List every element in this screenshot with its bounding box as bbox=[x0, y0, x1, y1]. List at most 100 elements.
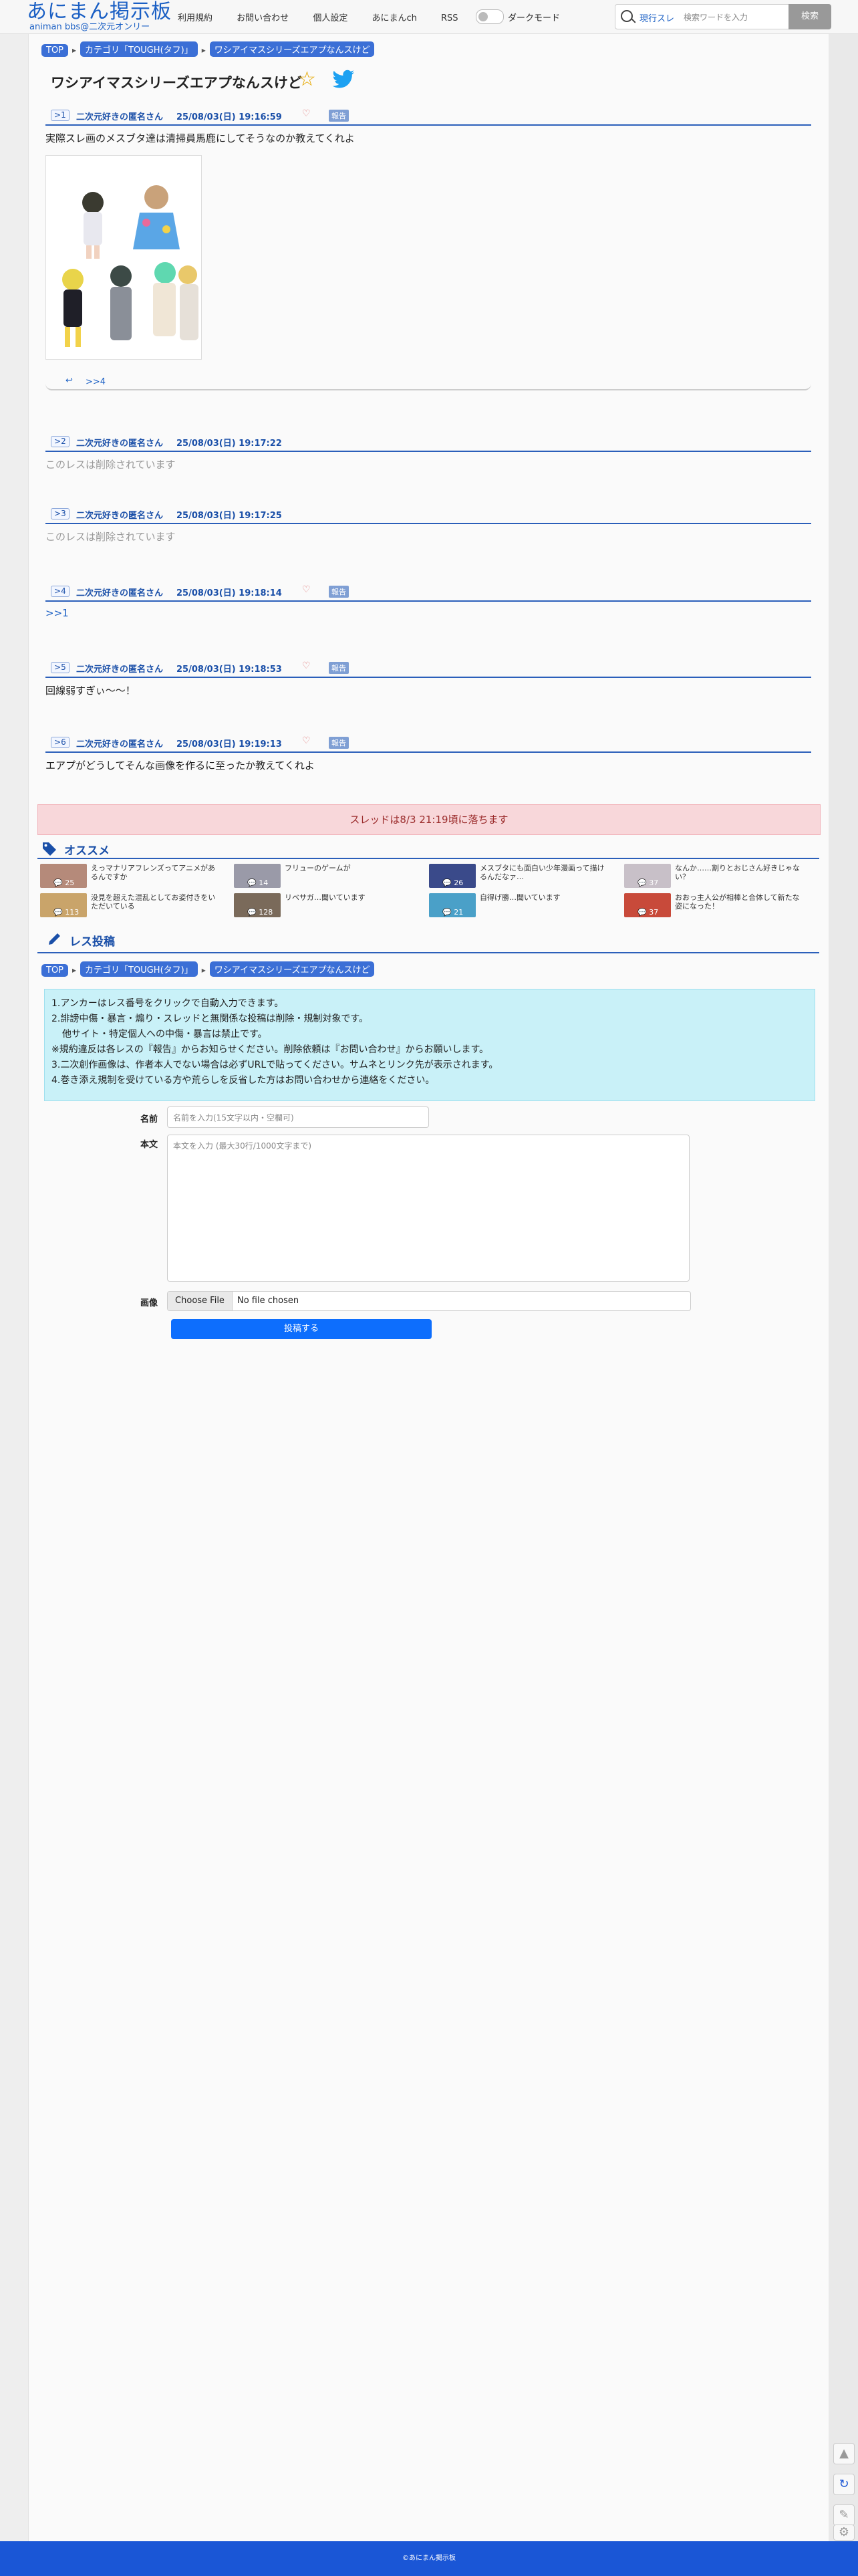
recommend-title-link[interactable]: リベサガ…聞いています bbox=[285, 893, 416, 902]
reply-anchor-text[interactable]: >>4 bbox=[86, 377, 106, 387]
recommend-title-link[interactable]: メスブタにも面白い少年漫画って描けるんだなァ… bbox=[480, 864, 611, 881]
post-number[interactable]: >2 bbox=[51, 436, 69, 447]
rule-4: 4.巻き添え規制を受けている方や荒らしを反省した方はお問い合わせから連絡をくださ… bbox=[51, 1075, 435, 1086]
poster-name: 二次元好きの匿名さん bbox=[76, 665, 164, 675]
report-button[interactable]: 報告 bbox=[329, 737, 349, 749]
scroll-top-icon[interactable]: ▲ bbox=[833, 2443, 855, 2464]
post-number[interactable]: >5 bbox=[51, 662, 69, 673]
recommend-item[interactable]: 💬 14 フリューのゲームが bbox=[234, 864, 414, 888]
recommend-title-link[interactable]: 没見を超えた混乱としてお姿付きをいただいている bbox=[91, 893, 222, 911]
edit-icon[interactable]: ✎ bbox=[833, 2504, 855, 2526]
nav-terms[interactable]: 利用規約 bbox=[178, 11, 212, 23]
reply-anchor-link[interactable]: ↩ >>4 bbox=[65, 376, 106, 387]
post-header: >2 二次元好きの匿名さん 25/08/03(日) 19:17:22 bbox=[45, 435, 811, 452]
dark-mode-label: ダークモード bbox=[508, 13, 561, 23]
nav-animanch[interactable]: あにまんch bbox=[372, 11, 416, 23]
post-header: >3 二次元好きの匿名さん 25/08/03(日) 19:17:25 bbox=[45, 507, 811, 524]
post-header: >5 二次元好きの匿名さん 25/08/03(日) 19:18:53 ♡ 報告 bbox=[45, 661, 811, 678]
breadcrumb-separator-icon: ▸ bbox=[201, 45, 206, 55]
right-gutter bbox=[829, 34, 858, 2541]
post-number[interactable]: >6 bbox=[51, 737, 69, 748]
post-number[interactable]: >4 bbox=[51, 586, 69, 597]
poster-name: 二次元好きの匿名さん bbox=[76, 588, 164, 598]
choose-file-button[interactable]: Choose File bbox=[168, 1292, 233, 1310]
comment-count: 💬 14 bbox=[247, 879, 269, 887]
recommend-item[interactable]: 💬 25 えっマナリアフレンズってアニメがあるんですか bbox=[40, 864, 221, 888]
post-number-value[interactable]: 5 bbox=[61, 663, 66, 672]
recommend-divider bbox=[37, 858, 819, 859]
name-input[interactable]: 名前を入力(15文字以内・空欄可) bbox=[167, 1106, 429, 1128]
breadcrumb-separator-icon: ▸ bbox=[72, 965, 77, 975]
recommend-title-link[interactable]: フリューのゲームが bbox=[285, 864, 416, 872]
nav-settings[interactable]: 個人設定 bbox=[313, 11, 347, 23]
search-button[interactable]: 検索 bbox=[789, 4, 831, 29]
post-body-anchor[interactable]: >>1 bbox=[45, 607, 69, 619]
post-number-value[interactable]: 1 bbox=[61, 110, 66, 120]
breadcrumb-thread[interactable]: ワシアイマスシリーズエアプなんスけど bbox=[209, 41, 375, 57]
recommend-title-link[interactable]: おおっ主人公が相棒と合体して新たな姿になった！ bbox=[675, 893, 806, 911]
nav-contact[interactable]: お問い合わせ bbox=[237, 11, 289, 23]
twitter-share-icon[interactable] bbox=[331, 70, 355, 90]
like-heart-icon[interactable]: ♡ bbox=[302, 584, 311, 595]
favorite-star-icon[interactable]: ☆ bbox=[298, 70, 316, 90]
posting-rules: 1.アンカーはレス番号をクリックで自動入力できます。 2.誹謗中傷・暴言・煽り・… bbox=[44, 989, 815, 1101]
like-heart-icon[interactable]: ♡ bbox=[302, 108, 311, 119]
nav-rss[interactable]: RSS bbox=[441, 13, 458, 23]
rule-report-note[interactable]: ※規約違反は各レスの『報告』からお知らせください。削除依頼は『お問い合わせ』から… bbox=[51, 1042, 488, 1056]
post-number-value[interactable]: 3 bbox=[61, 509, 66, 518]
body-textarea-placeholder: 本文を入力 (最大30行/1000文字まで) bbox=[173, 1141, 312, 1151]
report-button[interactable]: 報告 bbox=[329, 662, 349, 674]
settings-gear-icon[interactable]: ⚙ bbox=[833, 2525, 855, 2541]
recommend-item[interactable]: 💬 128 リベサガ…聞いています bbox=[234, 893, 414, 917]
post-number-value[interactable]: 4 bbox=[61, 586, 66, 596]
image-file-input[interactable]: Choose File No file chosen bbox=[167, 1291, 691, 1311]
recommend-item[interactable]: 💬 26 メスブタにも面白い少年漫画って描けるんだなァ… bbox=[429, 864, 609, 888]
breadcrumb-top[interactable]: TOP bbox=[41, 44, 69, 57]
post-header: >4 二次元好きの匿名さん 25/08/03(日) 19:18:14 ♡ 報告 bbox=[45, 584, 811, 602]
recommend-title-link[interactable]: なんか……割りとおじさん好きじゃない？ bbox=[675, 864, 806, 881]
breadcrumb-category[interactable]: カテゴリ「TOUGH(タフ)」 bbox=[80, 961, 198, 977]
dark-mode-toggle[interactable] bbox=[476, 9, 504, 24]
thread-expiry-notice: スレッドは8/3 21:19頃に落ちます bbox=[37, 804, 821, 835]
post-body-deleted: このレスは削除されています bbox=[45, 459, 176, 471]
name-input-placeholder: 名前を入力(15文字以内・空欄可) bbox=[173, 1113, 294, 1123]
reload-icon[interactable]: ↻ bbox=[833, 2474, 855, 2495]
main-content bbox=[28, 34, 830, 2541]
recommend-title-link[interactable]: えっマナリアフレンズってアニメがあるんですか bbox=[91, 864, 222, 881]
post-number[interactable]: >1 bbox=[51, 110, 69, 121]
post-6: >6 二次元好きの匿名さん 25/08/03(日) 19:19:13 ♡ 報告 … bbox=[45, 735, 811, 776]
site-logo[interactable]: あにまん掲示板 animan bbs@二次元オンリー bbox=[27, 1, 172, 32]
recommend-item[interactable]: 💬 113 没見を超えた混乱としてお姿付きをいただいている bbox=[40, 893, 221, 917]
submit-button[interactable]: 投稿する bbox=[171, 1319, 432, 1339]
body-textarea[interactable]: 本文を入力 (最大30行/1000文字まで) bbox=[167, 1135, 690, 1282]
recommend-item[interactable]: 💬 37 おおっ主人公が相棒と合体して新たな姿になった！ bbox=[624, 893, 805, 917]
breadcrumb-thread[interactable]: ワシアイマスシリーズエアプなんスけど bbox=[209, 961, 375, 977]
search-box[interactable]: 現行スレ 検索ワードを入力 bbox=[615, 4, 790, 29]
breadcrumb-bottom: TOP ▸ カテゴリ「TOUGH(タフ)」 ▸ ワシアイマスシリーズエアプなんスけど bbox=[41, 961, 375, 977]
comment-count: 💬 26 bbox=[442, 879, 464, 887]
post-body: エアプがどうしてそんな画像を作るに至ったか教えてくれよ bbox=[45, 759, 315, 772]
like-heart-icon[interactable]: ♡ bbox=[302, 661, 311, 671]
poster-name: 二次元好きの匿名さん bbox=[76, 112, 164, 122]
report-button[interactable]: 報告 bbox=[329, 110, 349, 122]
post-date: 25/08/03(日) 19:17:22 bbox=[176, 439, 282, 449]
post-image[interactable] bbox=[45, 155, 202, 360]
report-button[interactable]: 報告 bbox=[329, 586, 349, 598]
post-number-value[interactable]: 6 bbox=[61, 737, 66, 747]
breadcrumb-top[interactable]: TOP bbox=[41, 964, 69, 977]
breadcrumb-category[interactable]: カテゴリ「TOUGH(タフ)」 bbox=[80, 41, 198, 57]
search-scope-select[interactable]: 現行スレ bbox=[639, 11, 674, 24]
recommend-item[interactable]: 💬 21 自得げ勝…聞いています bbox=[429, 893, 609, 917]
post-number-value[interactable]: 2 bbox=[61, 437, 66, 446]
recommend-item[interactable]: 💬 37 なんか……割りとおじさん好きじゃない？ bbox=[624, 864, 805, 888]
pencil-icon bbox=[49, 933, 60, 945]
post-number[interactable]: >3 bbox=[51, 508, 69, 519]
like-heart-icon[interactable]: ♡ bbox=[302, 735, 311, 746]
search-input[interactable]: 検索ワードを入力 bbox=[684, 11, 748, 23]
breadcrumb-separator-icon: ▸ bbox=[72, 45, 77, 55]
breadcrumb-separator-icon: ▸ bbox=[201, 965, 206, 975]
recommend-title-link[interactable]: 自得げ勝…聞いています bbox=[480, 893, 611, 902]
logo-text[interactable]: あにまん掲示板 bbox=[27, 1, 172, 23]
post-header: >6 二次元好きの匿名さん 25/08/03(日) 19:19:13 ♡ 報告 bbox=[45, 735, 811, 753]
reply-list: ↩ >>4 bbox=[45, 374, 811, 390]
